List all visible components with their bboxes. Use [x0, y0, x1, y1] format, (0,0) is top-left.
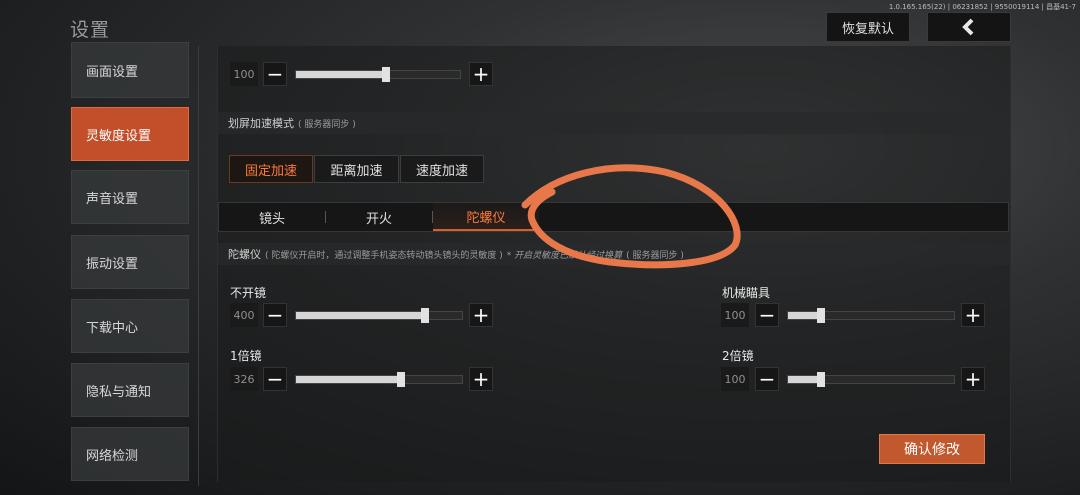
minus-icon: −: [266, 367, 284, 391]
no-scope-slider[interactable]: [295, 308, 463, 323]
1x-scope-plus-button[interactable]: +: [469, 367, 493, 391]
sidebar-divider: [198, 46, 199, 486]
2x-scope-minus-button[interactable]: −: [755, 367, 779, 391]
1x-scope-minus-button[interactable]: −: [263, 367, 287, 391]
plus-icon: +: [472, 62, 490, 86]
mode-distance-accel[interactable]: 距离加速: [314, 155, 399, 183]
sidebar-item-sensitivity[interactable]: 灵敏度设置: [71, 107, 189, 161]
1x-scope-fill: [296, 376, 401, 383]
2x-scope-thumb[interactable]: [817, 372, 826, 387]
iron-sight-thumb[interactable]: [817, 308, 826, 323]
plus-icon: +: [964, 303, 982, 327]
1x-scope-slider[interactable]: [295, 372, 463, 387]
top-slider-track[interactable]: [295, 67, 461, 82]
back-button[interactable]: [927, 12, 1011, 42]
top-slider-minus-button[interactable]: −: [263, 62, 287, 86]
slider-label-2x-scope: 2倍镜: [722, 349, 754, 363]
plus-icon: +: [964, 367, 982, 391]
sidebar-item-network[interactable]: 网络检测: [71, 427, 189, 481]
iron-sight-plus-button[interactable]: +: [961, 303, 985, 327]
slider-value-no-scope: 400: [230, 303, 258, 327]
top-slider-thumb[interactable]: [382, 67, 391, 82]
sidebar-item-display[interactable]: 画面设置: [71, 42, 189, 98]
scroll-accel-note: ( 服务器同步 ): [298, 119, 356, 130]
slider-value-1x-scope: 326: [230, 367, 258, 391]
chevron-left-icon: [962, 18, 974, 36]
gyro-sync-note: ( 服务器同步 ): [626, 250, 684, 261]
slider-label-1x-scope: 1倍镜: [230, 349, 262, 363]
gyro-title: 陀螺仪: [228, 248, 261, 261]
sensitivity-tabs: 镜头 开火 陀螺仪: [218, 202, 1009, 232]
tab-camera[interactable]: 镜头: [219, 203, 325, 231]
sidebar-item-vibration[interactable]: 振动设置: [71, 235, 189, 289]
2x-scope-slider[interactable]: [787, 372, 955, 387]
top-slider-value: 100: [230, 62, 258, 86]
page-title: 设置: [70, 19, 111, 41]
slider-label-no-scope: 不开镜: [230, 286, 267, 300]
no-scope-plus-button[interactable]: +: [469, 303, 493, 327]
tab-fire[interactable]: 开火: [326, 203, 432, 231]
scroll-accel-title: 划屏加速模式: [228, 117, 294, 130]
minus-icon: −: [266, 303, 284, 327]
iron-sight-minus-button[interactable]: −: [755, 303, 779, 327]
no-scope-fill: [296, 312, 426, 319]
sidebar-item-download[interactable]: 下载中心: [71, 299, 189, 353]
tab-gyroscope[interactable]: 陀螺仪: [433, 203, 539, 231]
confirm-changes-button[interactable]: 确认修改: [879, 434, 985, 464]
mode-fixed-accel[interactable]: 固定加速: [229, 155, 313, 183]
no-scope-thumb[interactable]: [421, 308, 430, 323]
version-info: 1.0.165.165(22) | 06231852 | 9550019114 …: [888, 3, 1076, 11]
sidebar-item-privacy[interactable]: 隐私与通知: [71, 363, 189, 417]
minus-icon: −: [266, 62, 284, 86]
top-slider-fill: [296, 71, 387, 78]
mode-speed-accel[interactable]: 速度加速: [400, 155, 484, 183]
slider-value-2x-scope: 100: [721, 367, 749, 391]
plus-icon: +: [472, 367, 490, 391]
restore-default-button[interactable]: 恢复默认: [826, 12, 910, 42]
gyro-description: ( 陀螺仪开启时，通过调整手机姿态转动镜头镜头的灵敏度 ): [265, 250, 503, 261]
sidebar-item-sound[interactable]: 声音设置: [71, 170, 189, 224]
scroll-accel-header: 划屏加速模式 ( 服务器同步 ): [218, 112, 1009, 134]
gyro-note: * 开启灵敏度已默认经过换算: [506, 250, 623, 261]
minus-icon: −: [758, 367, 776, 391]
1x-scope-thumb[interactable]: [396, 372, 405, 387]
gyro-header: 陀螺仪 ( 陀螺仪开启时，通过调整手机姿态转动镜头镜头的灵敏度 ) * 开启灵敏…: [218, 243, 1009, 265]
iron-sight-slider[interactable]: [787, 308, 955, 323]
2x-scope-plus-button[interactable]: +: [961, 367, 985, 391]
no-scope-minus-button[interactable]: −: [263, 303, 287, 327]
slider-label-iron-sight: 机械瞄具: [722, 286, 771, 300]
top-slider-plus-button[interactable]: +: [469, 62, 493, 86]
plus-icon: +: [472, 303, 490, 327]
slider-value-iron-sight: 100: [721, 303, 749, 327]
minus-icon: −: [758, 303, 776, 327]
